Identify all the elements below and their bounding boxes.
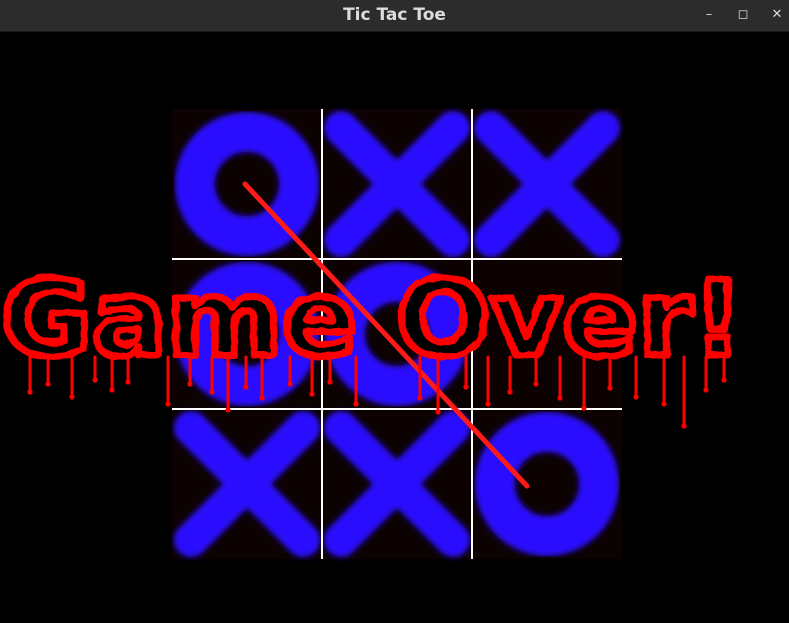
blood-drop bbox=[485, 401, 491, 407]
blood-drop bbox=[607, 385, 613, 391]
title-bar: Tic Tac Toe – ◻ ✕ bbox=[0, 0, 789, 32]
blood-drop bbox=[507, 389, 513, 395]
blood-drop bbox=[353, 401, 359, 407]
blood-drop bbox=[435, 409, 441, 415]
blood-drop bbox=[27, 389, 33, 395]
blood-drop bbox=[69, 394, 75, 400]
blood-drop bbox=[327, 379, 333, 385]
board-cell[interactable] bbox=[472, 409, 622, 559]
board-cell[interactable] bbox=[172, 409, 322, 559]
window-title: Tic Tac Toe bbox=[343, 5, 446, 25]
board-cell[interactable] bbox=[322, 409, 472, 559]
blood-drop bbox=[287, 381, 293, 387]
board-cell[interactable] bbox=[322, 109, 472, 259]
blood-drop bbox=[243, 384, 249, 390]
blood-drop bbox=[225, 407, 231, 413]
blood-drop bbox=[45, 381, 51, 387]
game-over-text: Game Over! bbox=[1, 258, 743, 380]
blood-drop bbox=[187, 381, 193, 387]
close-icon[interactable]: ✕ bbox=[766, 4, 788, 26]
blood-drop bbox=[681, 423, 687, 429]
blood-drop bbox=[417, 395, 423, 401]
blood-drop bbox=[703, 387, 709, 393]
blood-drop bbox=[557, 395, 563, 401]
blood-drop bbox=[259, 395, 265, 401]
blood-drop bbox=[165, 401, 171, 407]
maximize-icon[interactable]: ◻ bbox=[732, 4, 754, 26]
blood-drop bbox=[633, 394, 639, 400]
blood-drop bbox=[109, 387, 115, 393]
game-board: Game Over! bbox=[0, 109, 747, 559]
blood-drop bbox=[209, 389, 215, 395]
blood-drop bbox=[125, 379, 131, 385]
game-area: Game Over! bbox=[0, 32, 789, 623]
blood-drop bbox=[309, 391, 315, 397]
blood-drop bbox=[463, 384, 469, 390]
minimize-icon[interactable]: – bbox=[698, 4, 720, 26]
board-cell[interactable] bbox=[472, 109, 622, 259]
blood-drop bbox=[661, 401, 667, 407]
blood-drop bbox=[533, 381, 539, 387]
blood-drop bbox=[581, 405, 587, 411]
